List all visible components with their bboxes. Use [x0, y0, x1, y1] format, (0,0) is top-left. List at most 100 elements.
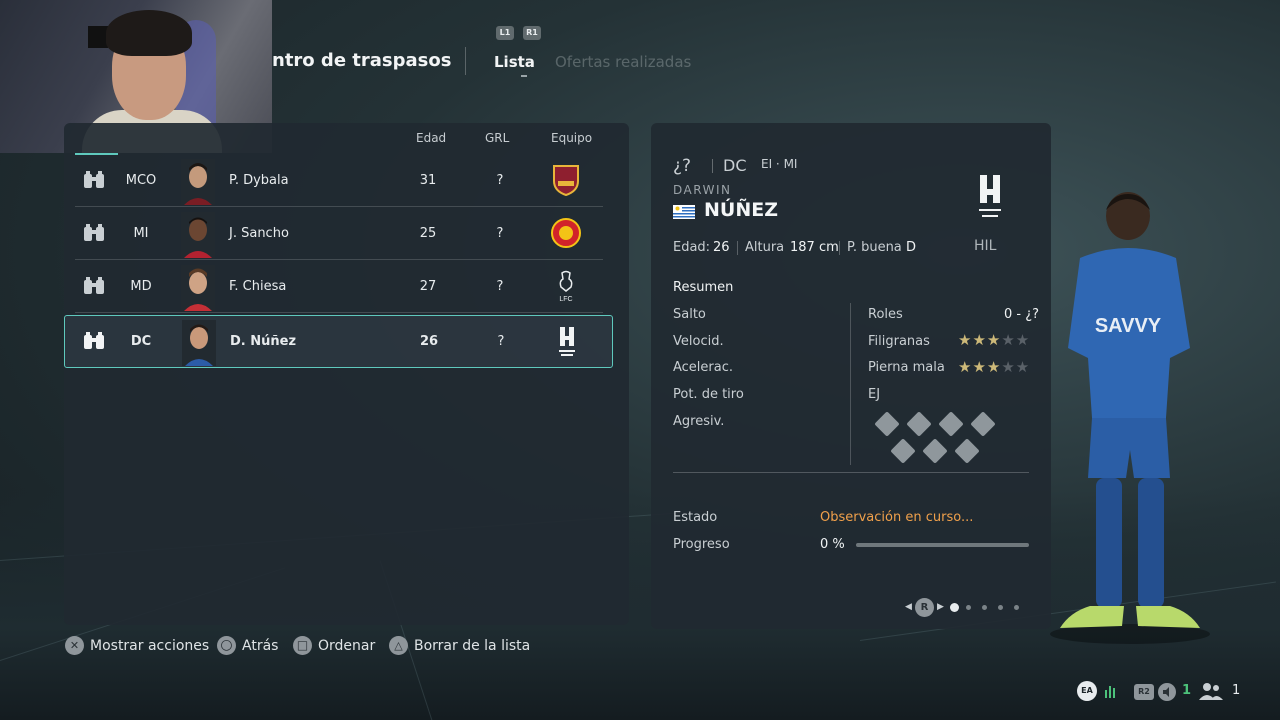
webcam-person-hair — [106, 10, 192, 56]
tab-ofertas-realizadas[interactable]: Ofertas realizadas — [555, 53, 691, 71]
attribute-agresividad: Agresiv. — [673, 414, 725, 429]
pager-dot — [998, 605, 1003, 610]
svg-text:SAVVY: SAVVY — [1095, 315, 1162, 337]
attribute-salto: Salto — [673, 307, 706, 322]
page-title: ntro de traspasos — [272, 50, 452, 71]
player-name: D. Núñez — [230, 334, 297, 349]
binoculars-icon — [84, 171, 104, 188]
hint-mostrar-acciones[interactable]: Mostrar acciones — [65, 636, 209, 655]
attribute-aceleracion: Aceleraс. — [673, 360, 734, 375]
attribute-potencia-tiro: Pot. de tiro — [673, 387, 744, 402]
club-code: HIL — [974, 238, 997, 254]
summary-title: Resumen — [673, 280, 734, 295]
info-divider — [839, 241, 840, 255]
right-stick-button-icon[interactable]: R — [915, 598, 934, 617]
player-row-sancho[interactable]: MI J. Sancho 25 ? — [75, 208, 603, 260]
player-grl: ? — [497, 334, 505, 349]
player-row-nunez[interactable]: DC D. Núñez 26 ? — [64, 315, 613, 368]
hint-label: Mostrar acciones — [90, 637, 210, 654]
alhilal-crest-icon — [979, 175, 1001, 217]
hint-atras[interactable]: Atrás — [217, 636, 278, 655]
player-grl: ? — [496, 226, 504, 241]
progress-value: 0 % — [820, 537, 845, 552]
circle-button-icon — [217, 636, 236, 655]
player-row-chiesa[interactable]: MD F. Chiesa 27 ? LFC — [75, 261, 603, 313]
age-label: Edad: — [673, 240, 711, 255]
player-main-position: DC — [723, 156, 747, 175]
player-avatar — [181, 159, 215, 205]
player-row-dybala[interactable]: MCO P. Dybala 31 ? — [75, 155, 603, 207]
column-header-team[interactable]: Equipo — [551, 131, 592, 145]
player-name: F. Chiesa — [229, 279, 287, 294]
player-position: MCO — [125, 173, 157, 188]
status-label: Estado — [673, 510, 718, 525]
summary-divider — [850, 303, 851, 465]
player-avatar — [181, 265, 215, 311]
friends-counter: 1 — [1232, 683, 1241, 698]
height-label: Altura — [745, 240, 785, 255]
attribute-velocidad: Velocid. — [673, 334, 724, 349]
green-counter: 1 — [1182, 683, 1192, 698]
roles-label: Roles — [868, 307, 903, 322]
hint-label: Atrás — [242, 637, 279, 654]
progress-bar — [856, 543, 1029, 547]
player-age: 26 — [419, 334, 439, 349]
playstyles-label: EJ — [868, 387, 881, 402]
pager-dot — [966, 605, 971, 610]
player-name: P. Dybala — [229, 173, 289, 188]
player-alt-positions: EI · MI — [761, 157, 798, 171]
pager-left-arrow-icon[interactable]: ◀ — [905, 602, 912, 612]
square-button-icon — [293, 636, 312, 655]
height-value: 187 cm — [790, 240, 839, 255]
binoculars-icon — [84, 332, 104, 349]
player-grl: ? — [496, 279, 504, 294]
binoculars-icon — [84, 224, 104, 241]
foot-value: D — [906, 240, 917, 255]
weak-foot-label: Pierna mala — [868, 360, 945, 375]
uruguay-flag-icon — [673, 205, 695, 219]
player-position: MI — [133, 226, 149, 241]
pager-dot — [950, 603, 959, 612]
cross-button-icon — [65, 636, 84, 655]
alhilal-crest-icon — [559, 327, 575, 356]
hint-label: Ordenar — [318, 637, 376, 654]
player-avatar — [182, 320, 216, 366]
player-first-name: DARWIN — [673, 183, 732, 197]
player-name: J. Sancho — [229, 226, 289, 241]
ea-logo-icon: EA — [1077, 681, 1097, 701]
roma-crest-icon — [553, 165, 579, 197]
player-grl: ? — [496, 173, 504, 188]
player-position: MD — [130, 279, 152, 294]
r1-button-icon[interactable]: R1 — [523, 26, 541, 40]
progress-label: Progreso — [673, 537, 730, 552]
roles-value: 0 - ¿? — [1004, 307, 1040, 322]
triangle-button-icon — [389, 636, 408, 655]
r2-button-icon[interactable]: R2 — [1134, 684, 1154, 700]
player-position: DC — [130, 334, 152, 349]
friends-icon[interactable] — [1199, 682, 1223, 700]
hint-ordenar[interactable]: Ordenar — [293, 636, 375, 655]
player-overall: ¿? — [673, 156, 692, 176]
player-age: 27 — [419, 279, 437, 294]
svg-text:LFC: LFC — [559, 296, 572, 303]
signal-bars-icon — [1105, 686, 1115, 698]
l1-button-icon[interactable]: L1 — [496, 26, 514, 40]
binoculars-icon — [84, 277, 104, 294]
player-3d-model: SAVVY — [1050, 192, 1210, 644]
foot-label: P. buena — [847, 240, 902, 255]
column-header-grl[interactable]: GRL — [485, 131, 509, 145]
column-header-age[interactable]: Edad — [416, 131, 446, 145]
info-divider — [737, 241, 738, 255]
player-avatar — [181, 212, 215, 258]
pager-right-arrow-icon[interactable]: ▶ — [937, 602, 944, 612]
overall-divider — [712, 159, 713, 173]
player-age: 31 — [419, 173, 437, 188]
pager-dot — [1014, 605, 1019, 610]
liverpool-crest-icon: LFC — [559, 270, 573, 303]
hint-borrar-lista[interactable]: Borrar de la lista — [389, 636, 530, 655]
age-value: 26 — [713, 240, 730, 255]
speaker-icon[interactable] — [1158, 683, 1176, 701]
hint-label: Borrar de la lista — [414, 637, 531, 654]
tab-lista[interactable]: Lista — [494, 53, 535, 77]
scouting-status: Observación en curso... — [820, 510, 974, 525]
